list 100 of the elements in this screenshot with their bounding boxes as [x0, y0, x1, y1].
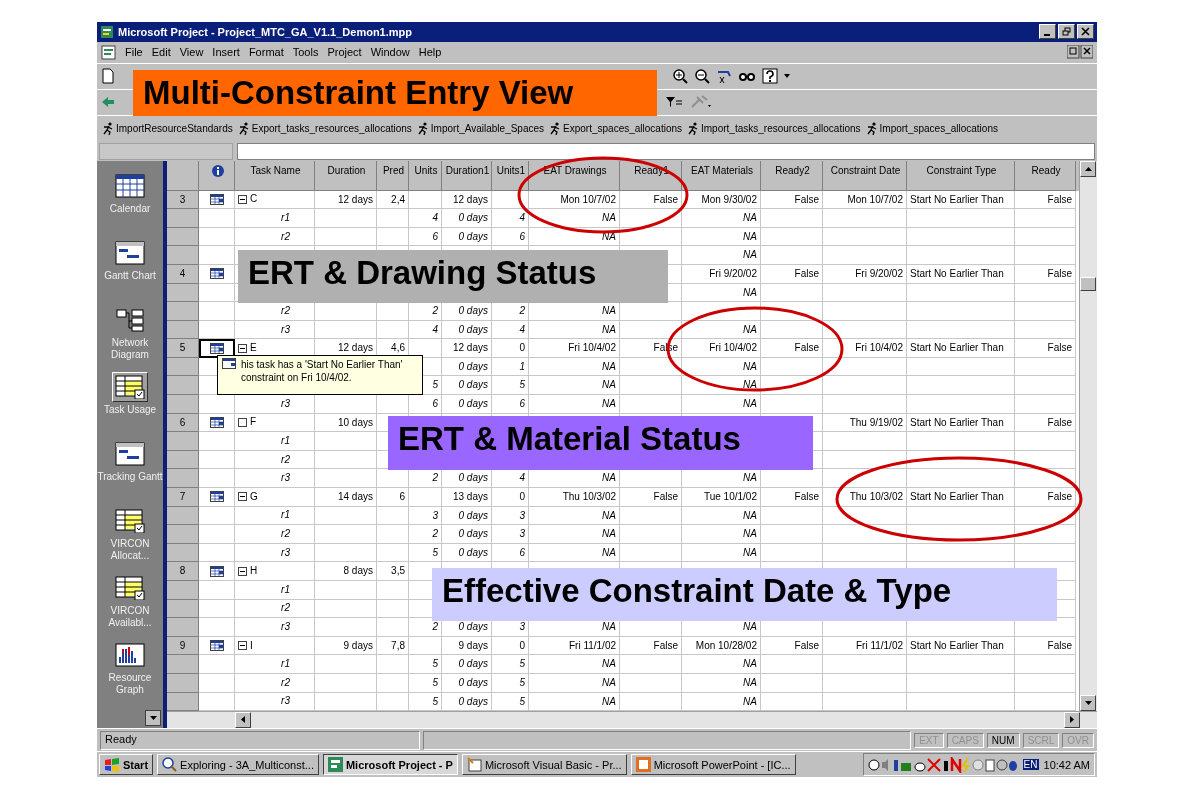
presentation-app-icon[interactable] [635, 757, 651, 773]
table-cell [761, 246, 823, 265]
menu-item[interactable]: Edit [151, 46, 171, 59]
row-header[interactable]: 8 [167, 562, 199, 581]
collapse-icon[interactable] [238, 343, 247, 353]
column-header[interactable]: Constraint Type [907, 160, 1015, 191]
expand-icon[interactable] [238, 417, 247, 427]
column-header[interactable]: Pred [377, 160, 409, 191]
table-cell: NA [529, 376, 620, 396]
close-icon[interactable] [1081, 27, 1090, 37]
view-button[interactable]: Gantt Chart [97, 237, 163, 305]
right-arrow-icon[interactable] [1070, 716, 1074, 724]
new-document-icon[interactable] [101, 68, 115, 85]
left-arrow-icon[interactable] [241, 716, 245, 724]
help-icon[interactable] [762, 68, 778, 85]
indicator-cell[interactable] [199, 636, 235, 656]
table-cell [620, 227, 682, 247]
view-button[interactable]: Tracking Gantt [97, 438, 163, 506]
macro-button[interactable]: Import_tasks_resources_allocations [686, 122, 861, 136]
macro-button[interactable]: Import_Available_Spaces [415, 122, 545, 136]
macro-button[interactable]: Export_spaces_allocations [548, 122, 682, 136]
cell-reference-field[interactable] [99, 142, 233, 160]
column-header[interactable]: Constraint Date [823, 160, 907, 191]
collapse-icon[interactable] [238, 194, 247, 204]
taskbar-button[interactable]: Microsoft Visual Basic - Pr... [461, 754, 627, 776]
minimize-button[interactable] [1039, 24, 1056, 40]
view-button[interactable]: VIRCON Allocat... [97, 505, 163, 573]
menu-item[interactable]: View [179, 46, 204, 59]
window-icon[interactable] [466, 757, 482, 773]
column-header[interactable]: Units [409, 160, 442, 191]
indicator-cell[interactable] [199, 264, 235, 284]
column-header[interactable]: Ready [1015, 160, 1076, 191]
table-cell: False [761, 488, 823, 507]
table-cell: False [1015, 264, 1076, 284]
project-app-icon[interactable] [327, 757, 343, 773]
row-header[interactable]: 7 [167, 488, 199, 507]
restore-icon[interactable] [1062, 27, 1071, 37]
scroll-thumb[interactable] [1080, 276, 1096, 291]
menu-item[interactable]: Tools [292, 46, 319, 59]
zoom-out-icon[interactable] [694, 68, 710, 85]
table-cell: Fri 11/1/02 [529, 636, 620, 656]
view-button[interactable]: Resource Graph [97, 639, 163, 707]
scroll-down-button[interactable] [145, 710, 161, 727]
indicator-cell[interactable] [199, 190, 235, 210]
magnifier-icon[interactable] [162, 757, 178, 773]
menu-item[interactable]: Project [327, 46, 362, 59]
down-arrow-icon[interactable] [149, 716, 157, 721]
calendar-icon [209, 640, 224, 652]
indicator-cell[interactable] [199, 488, 235, 507]
restore-button[interactable] [1058, 24, 1075, 40]
table-cell [1015, 209, 1076, 228]
table-cell: Start No Earlier Than [907, 339, 1015, 358]
zoom-in-icon[interactable] [672, 68, 688, 85]
down-arrow-icon[interactable] [1084, 701, 1092, 706]
view-button[interactable]: Network Diagram [97, 304, 163, 372]
caret-icon[interactable] [784, 74, 790, 79]
column-header[interactable]: Duration1 [442, 160, 492, 191]
task-icon[interactable] [716, 68, 732, 85]
view-button[interactable]: Calendar [97, 170, 163, 238]
taskbar-button[interactable]: Microsoft Project - P [322, 754, 458, 776]
macro-button[interactable]: Export_tasks_resources_allocations [236, 122, 412, 136]
view-button[interactable]: Task Usage [97, 371, 163, 439]
indicator-cell[interactable] [199, 339, 235, 358]
row-header[interactable]: 5 [167, 339, 199, 358]
collapse-icon[interactable] [238, 566, 247, 576]
menu-item[interactable]: Format [248, 46, 284, 59]
indicator-cell[interactable] [199, 562, 235, 581]
menu-item[interactable]: File [125, 46, 143, 59]
column-header[interactable]: Duration [315, 160, 377, 191]
menu-item[interactable]: Insert [212, 46, 240, 59]
column-header[interactable]: EAT Materials [682, 160, 761, 191]
runner-icon[interactable] [101, 122, 115, 136]
indicator-cell [199, 469, 235, 489]
taskbar-button[interactable]: Exploring - 3A_Multiconst... [157, 754, 319, 776]
language-indicator[interactable]: EN [1022, 759, 1039, 771]
collapse-icon[interactable] [238, 492, 247, 502]
menu-item[interactable]: Help [418, 46, 442, 59]
menu-item[interactable]: Window [370, 46, 410, 59]
up-arrow-icon[interactable] [1084, 166, 1092, 171]
column-header[interactable]: Task Name [235, 160, 315, 191]
table-cell: False [1015, 339, 1076, 358]
tray-icons-drawing[interactable] [867, 756, 1018, 773]
table-icon[interactable] [112, 371, 148, 402]
table-cell [1015, 320, 1076, 340]
collapse-icon[interactable] [238, 641, 247, 651]
close-button[interactable] [1077, 24, 1094, 40]
horizontal-scrollbar[interactable] [167, 711, 1097, 729]
document-window-controls[interactable] [1067, 45, 1093, 60]
entry-field[interactable] [237, 142, 1095, 160]
vertical-scrollbar[interactable] [1079, 160, 1097, 712]
column-header[interactable]: Units1 [492, 160, 529, 191]
runner-icon[interactable] [686, 122, 700, 136]
start-button[interactable]: Start [99, 754, 154, 776]
column-header[interactable]: Ready2 [761, 160, 823, 191]
windows-logo-icon[interactable] [104, 757, 120, 772]
macro-button[interactable]: ImportResourceStandards [101, 122, 233, 136]
macro-button[interactable]: Import_spaces_allocations [864, 122, 998, 136]
view-button[interactable]: VIRCON Availabl... [97, 572, 163, 640]
indicator-cell[interactable] [199, 413, 235, 433]
taskbar-button[interactable]: Microsoft PowerPoint - [IC... [630, 754, 796, 776]
